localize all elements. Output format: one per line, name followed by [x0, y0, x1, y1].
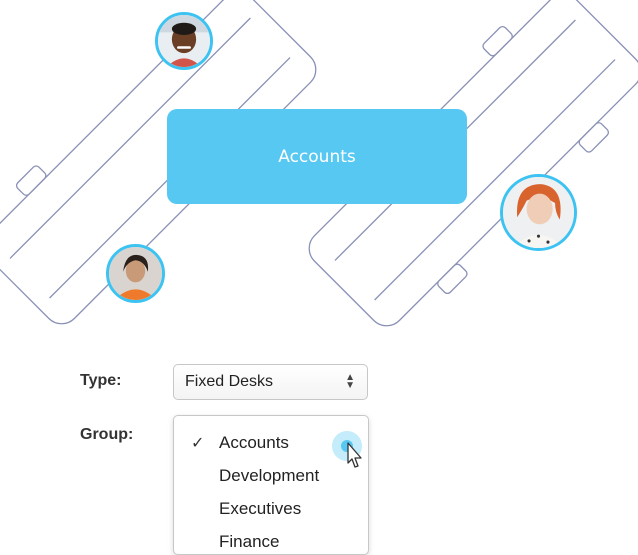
select-arrows-icon: ▲ ▼ — [345, 372, 355, 391]
checkmark-icon: ✓ — [191, 435, 205, 452]
group-option-executives[interactable]: Executives — [219, 499, 301, 519]
person-avatar-icon — [503, 177, 574, 248]
avatar[interactable] — [106, 244, 165, 303]
type-label: Type: — [80, 372, 122, 389]
person-avatar-icon — [158, 15, 210, 67]
group-option-accounts[interactable]: Accounts — [219, 433, 289, 453]
avatar[interactable] — [500, 174, 577, 251]
group-option-finance[interactable]: Finance — [219, 532, 279, 552]
person-avatar-icon — [109, 247, 162, 300]
group-label-accounts[interactable]: Accounts — [167, 109, 467, 204]
group-option-development[interactable]: Development — [219, 466, 319, 486]
avatar[interactable] — [155, 12, 213, 70]
type-select-value: Fixed Desks — [185, 373, 274, 390]
group-label: Group: — [80, 426, 134, 443]
cursor-pointer-icon — [347, 442, 362, 468]
type-select[interactable]: Fixed Desks ▲ ▼ — [173, 364, 368, 400]
